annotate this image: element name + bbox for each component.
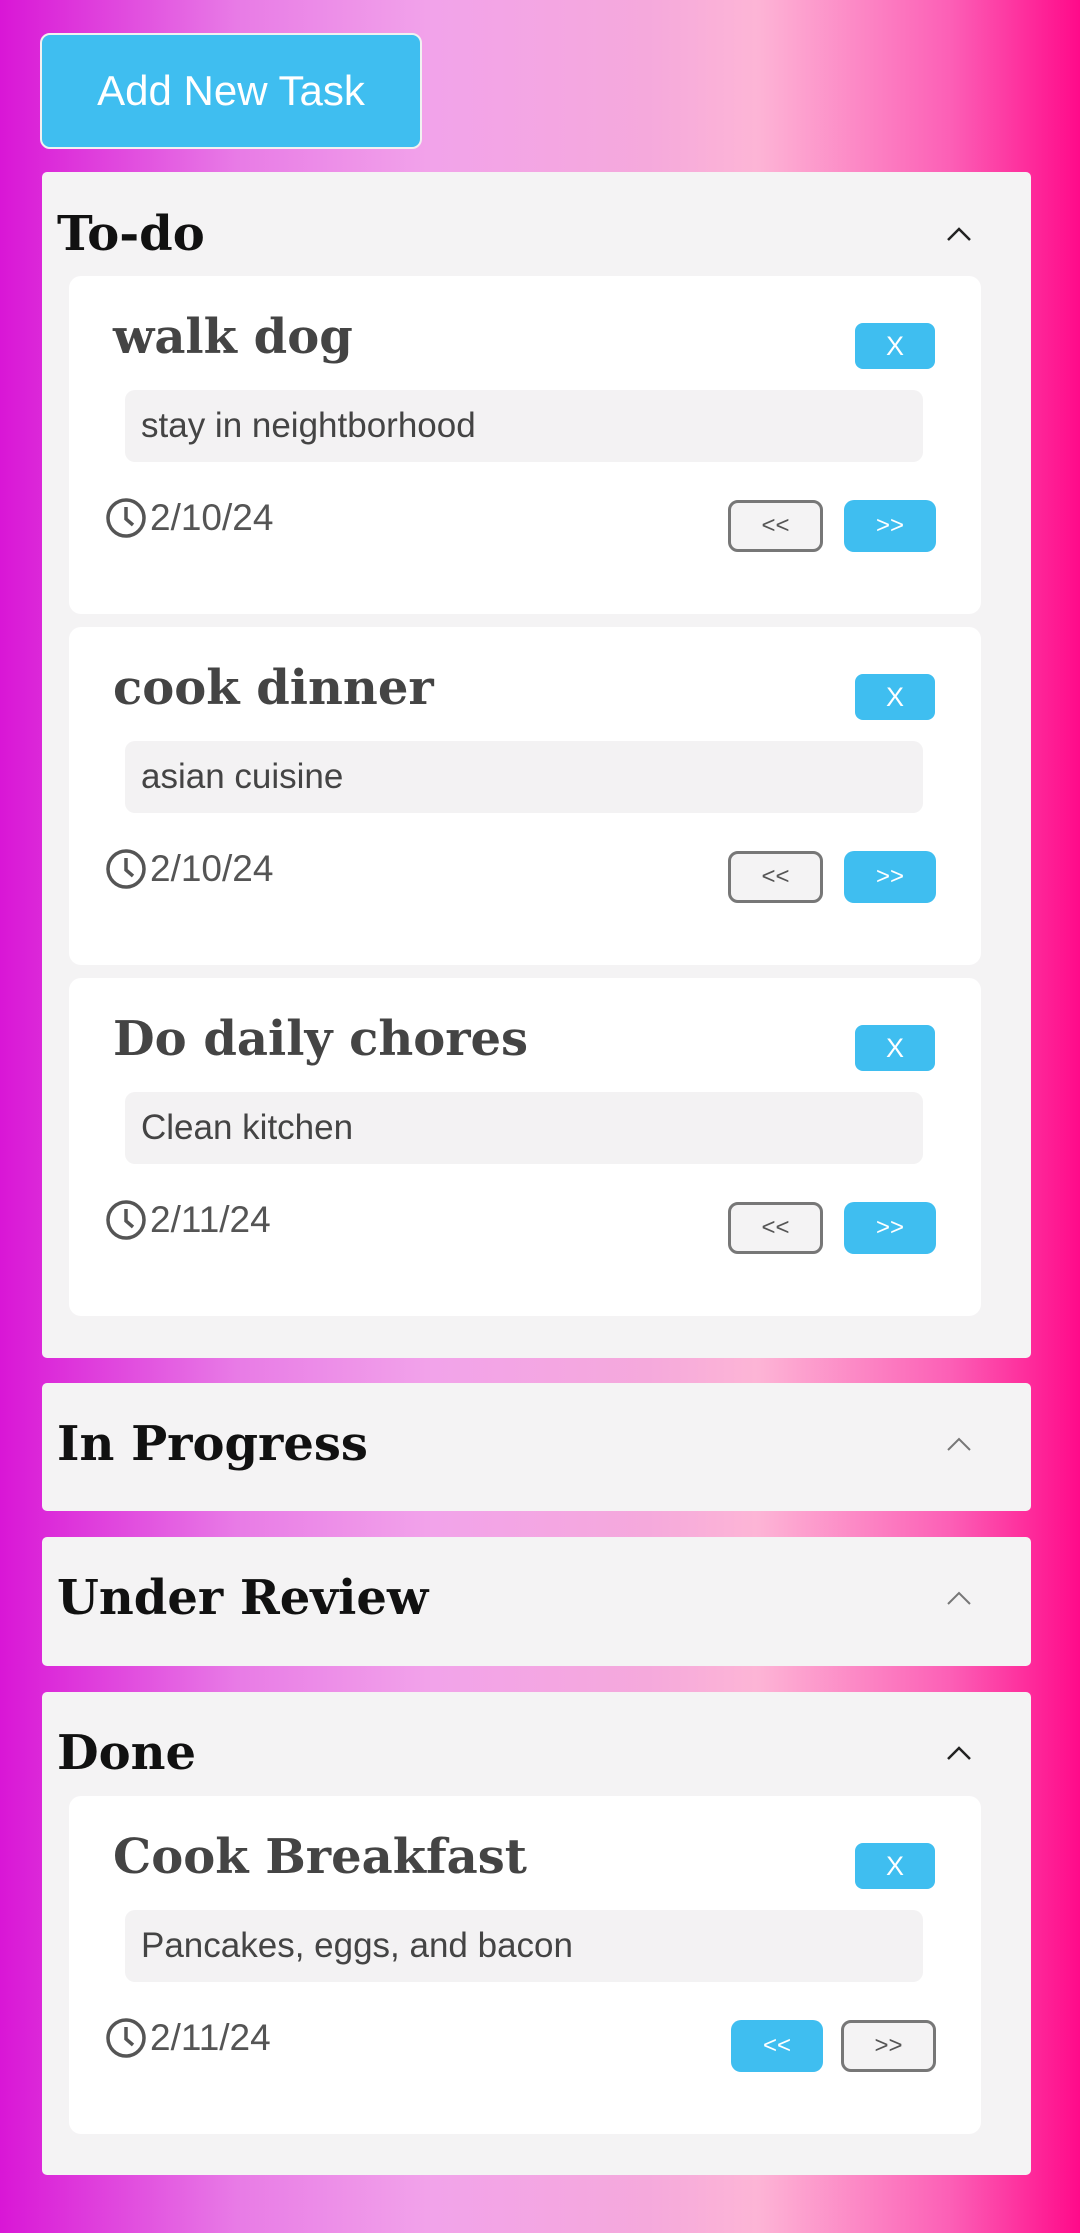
delete-task-button[interactable]: X (855, 1843, 935, 1889)
move-forward-button[interactable]: >> (844, 851, 936, 903)
task-date-text: 2/10/24 (150, 848, 274, 889)
section-title: To-do (57, 206, 205, 262)
move-back-button[interactable]: << (728, 500, 823, 552)
clock-icon (104, 847, 148, 891)
task-date: 2/10/24 (104, 847, 273, 891)
section-title: Done (57, 1725, 197, 1781)
task-card: cook dinner X asian cuisine 2/10/24 << >… (69, 627, 981, 965)
section-header-in-progress[interactable]: In Progress (42, 1383, 1031, 1513)
task-date: 2/11/24 (104, 1198, 271, 1242)
task-date: 2/10/24 (104, 496, 273, 540)
clock-icon (104, 2016, 148, 2060)
add-new-task-button[interactable]: Add New Task (40, 33, 422, 149)
task-title: Cook Breakfast (113, 1829, 527, 1885)
task-date-text: 2/11/24 (150, 1199, 271, 1240)
task-description: Clean kitchen (125, 1092, 923, 1164)
section-title: Under Review (57, 1570, 429, 1626)
task-title: cook dinner (113, 660, 434, 716)
delete-task-button[interactable]: X (855, 1025, 935, 1071)
chevron-up-icon[interactable] (942, 1427, 976, 1461)
section-under-review: Under Review (42, 1537, 1031, 1666)
move-back-button[interactable]: << (731, 2020, 823, 2072)
move-back-button[interactable]: << (728, 1202, 823, 1254)
move-forward-button[interactable]: >> (844, 500, 936, 552)
task-date-text: 2/10/24 (150, 497, 274, 538)
task-date-text: 2/11/24 (150, 2017, 271, 2058)
chevron-up-icon[interactable] (942, 217, 976, 251)
task-card: Do daily chores X Clean kitchen 2/11/24 … (69, 978, 981, 1316)
delete-task-button[interactable]: X (855, 674, 935, 720)
section-header-under-review[interactable]: Under Review (42, 1537, 1031, 1667)
task-card: Cook Breakfast X Pancakes, eggs, and bac… (69, 1796, 981, 2134)
task-date: 2/11/24 (104, 2016, 271, 2060)
task-description: stay in neightborhood (125, 390, 923, 462)
chevron-up-icon[interactable] (942, 1581, 976, 1615)
clock-icon (104, 496, 148, 540)
task-description: asian cuisine (125, 741, 923, 813)
move-back-button[interactable]: << (728, 851, 823, 903)
task-title: walk dog (113, 309, 353, 365)
delete-task-button[interactable]: X (855, 323, 935, 369)
section-todo: To-do walk dog X stay in neightborhood 2… (42, 172, 1031, 1358)
chevron-up-icon[interactable] (942, 1736, 976, 1770)
task-description: Pancakes, eggs, and bacon (125, 1910, 923, 1982)
board-page: Add New Task To-do walk dog X stay in ne… (0, 0, 1080, 2233)
section-title: In Progress (57, 1416, 368, 1472)
task-title: Do daily chores (113, 1011, 529, 1067)
clock-icon (104, 1198, 148, 1242)
move-forward-button[interactable]: >> (844, 1202, 936, 1254)
section-in-progress: In Progress (42, 1383, 1031, 1511)
section-done: Done Cook Breakfast X Pancakes, eggs, an… (42, 1692, 1031, 2175)
task-card: walk dog X stay in neightborhood 2/10/24… (69, 276, 981, 614)
move-forward-button[interactable]: >> (841, 2020, 936, 2072)
